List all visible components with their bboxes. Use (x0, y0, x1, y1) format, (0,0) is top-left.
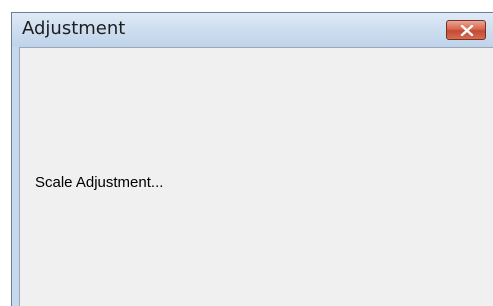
close-x-icon (460, 25, 474, 36)
background-window-fragment (408, 0, 493, 10)
title-bar[interactable]: Adjustment (12, 13, 493, 47)
status-message: Scale Adjustment... (35, 174, 164, 191)
adjustment-dialog: Adjustment Scale Adjustment... (11, 12, 493, 306)
window-title: Adjustment (22, 18, 126, 39)
dialog-client-area: Scale Adjustment... (19, 47, 493, 306)
close-button[interactable] (446, 20, 486, 40)
